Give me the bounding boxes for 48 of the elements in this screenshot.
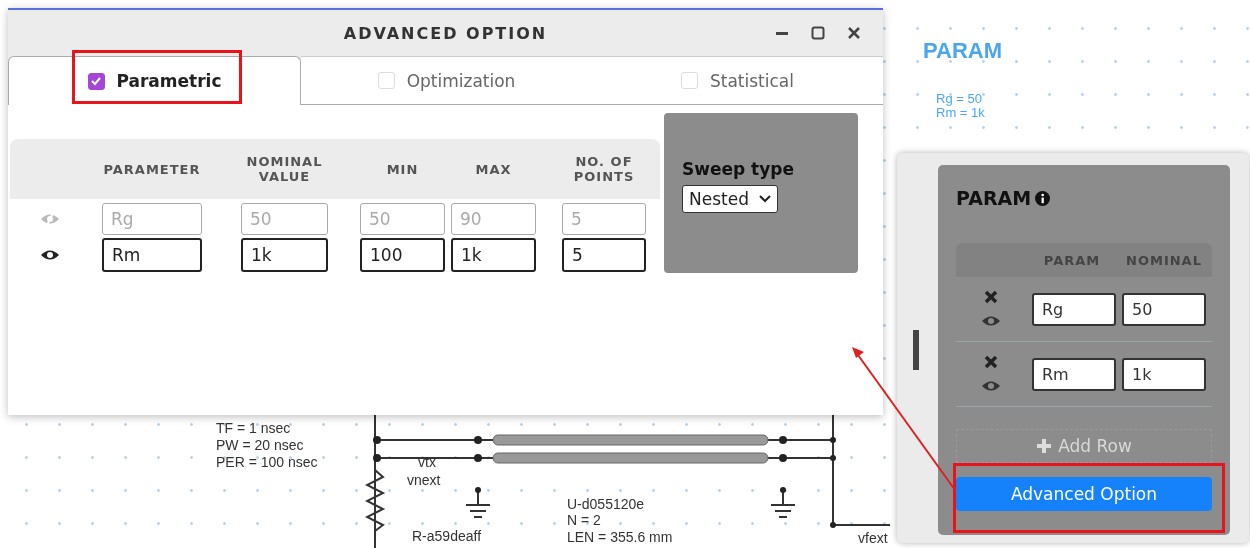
input-field[interactable]: Rg [1032, 292, 1116, 326]
panel-title: PARAM [956, 187, 1032, 209]
input-field[interactable]: 50 [1122, 292, 1206, 326]
tab[interactable]: Statistical [592, 56, 883, 104]
column-header: PARAM [1042, 252, 1102, 268]
delete-icon[interactable] [984, 355, 998, 369]
column-header: NOMINAL [1125, 252, 1203, 268]
advanced-option-button[interactable]: Advanced Option [956, 477, 1212, 511]
input-field[interactable]: Rm [102, 238, 202, 272]
input-field[interactable]: 1k [1122, 357, 1206, 391]
schematic-label: vtx [418, 454, 436, 470]
input-field[interactable]: 1k [241, 238, 328, 272]
param-title: PARAM [923, 38, 1003, 64]
param-value: Rm = 1k [936, 106, 985, 120]
checkbox[interactable] [87, 72, 105, 90]
schematic-label: N = 2 [567, 512, 601, 528]
column-header: MAX [474, 161, 513, 177]
close-icon[interactable] [847, 26, 861, 40]
tab[interactable]: Parametric [8, 56, 301, 105]
param-value: Rg = 50 [936, 92, 983, 106]
schematic-label: R-a59deaff [412, 528, 481, 544]
column-header: NO. OF POINTS [572, 154, 636, 184]
schematic-label: vfext [858, 530, 888, 546]
schematic-label: vnext [407, 472, 441, 488]
input-field[interactable]: 5 [562, 238, 646, 272]
input-field[interactable]: Rm [1032, 357, 1116, 391]
schematic-label: PER = 100 nsec [216, 454, 318, 470]
sweep-select[interactable]: Nested [682, 185, 778, 213]
column-header: NOMINAL VALUE [245, 154, 324, 184]
window-title: ADVANCED OPTION [343, 23, 548, 43]
column-header: PARAMETER [102, 161, 202, 177]
schematic-label: PW = 20 nsec [216, 437, 304, 453]
drag-handle[interactable] [913, 330, 919, 370]
eye-icon[interactable] [40, 248, 60, 262]
tab[interactable]: Optimization [301, 56, 592, 104]
info-icon[interactable] [1035, 190, 1051, 206]
schematic-label: TF = 1 nsec [216, 420, 291, 436]
schematic-label: U-d055120e [567, 496, 645, 512]
delete-icon[interactable] [984, 290, 998, 304]
caret-icon [758, 195, 771, 203]
input-field[interactable]: 1k [451, 238, 536, 272]
input-field[interactable]: 100 [360, 238, 445, 272]
maximize-icon[interactable] [811, 26, 825, 40]
schematic-label: LEN = 355.6 mm [567, 529, 673, 545]
check-icon [90, 75, 102, 87]
sweep-label: Sweep type [682, 159, 795, 179]
column-header: MIN [385, 161, 420, 177]
plus-icon [1036, 438, 1053, 454]
